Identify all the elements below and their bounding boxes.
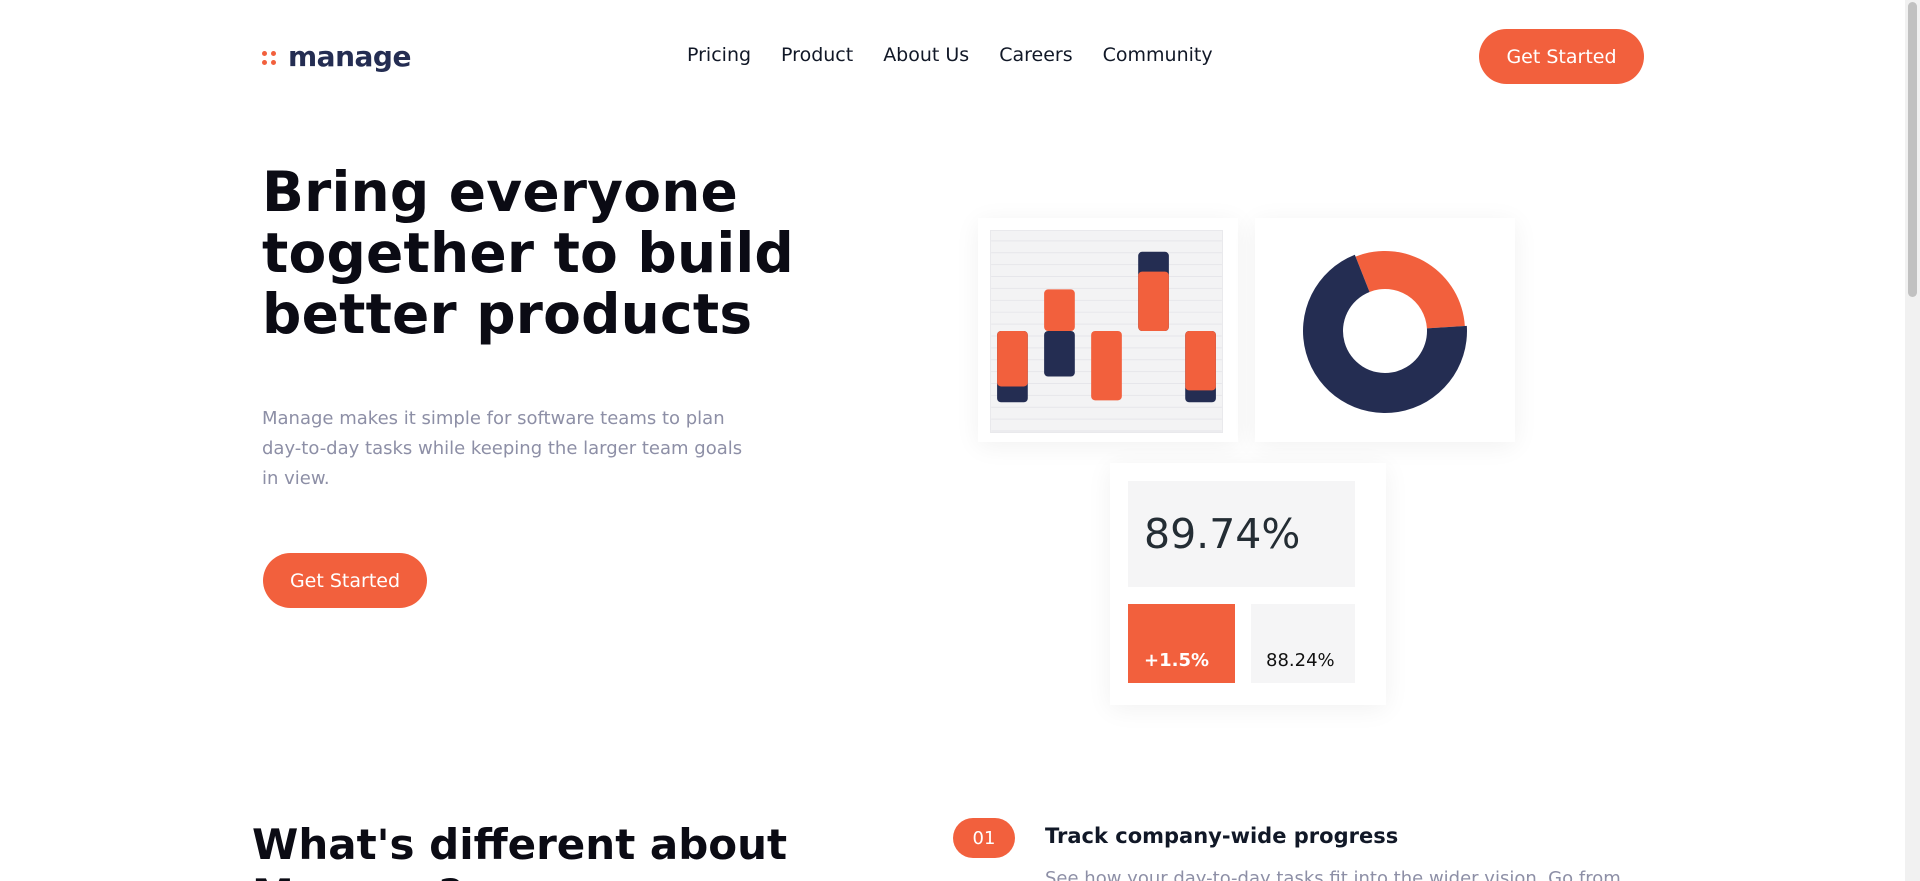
bar-chart-bar bbox=[1185, 331, 1216, 391]
bar-chart-bar bbox=[1138, 271, 1169, 332]
bar-chart-panel bbox=[990, 230, 1223, 433]
stats-card: 89.74% +1.5% 88.24% bbox=[1110, 463, 1386, 705]
donut-slice bbox=[1355, 251, 1465, 329]
bar-chart-bar bbox=[997, 331, 1028, 387]
donut-chart-card bbox=[1255, 218, 1515, 442]
stat-main-value: 89.74% bbox=[1128, 481, 1355, 587]
logo[interactable]: manage bbox=[262, 40, 411, 73]
feature-description: See how your day-to-day tasks fit into t… bbox=[1045, 868, 1621, 881]
feature-title: Track company-wide progress bbox=[1045, 824, 1399, 848]
nav-item-careers[interactable]: Careers bbox=[999, 44, 1072, 66]
page-scrollbar[interactable] bbox=[1905, 0, 1920, 881]
scrollbar-thumb[interactable] bbox=[1908, 2, 1917, 297]
nav-item-product[interactable]: Product bbox=[781, 44, 853, 66]
manage-dots-icon bbox=[262, 49, 278, 65]
nav-item-community[interactable]: Community bbox=[1103, 44, 1213, 66]
hero-get-started-button[interactable]: Get Started bbox=[263, 553, 427, 608]
nav-item-about-us[interactable]: About Us bbox=[883, 44, 969, 66]
stat-change-value: +1.5% bbox=[1128, 604, 1235, 683]
logo-text: manage bbox=[288, 40, 411, 73]
hero-subtitle: Manage makes it simple for software team… bbox=[262, 408, 743, 489]
header-get-started-button[interactable]: Get Started bbox=[1479, 29, 1644, 84]
bar-chart-bar bbox=[1044, 331, 1075, 377]
main-nav: Pricing Product About Us Careers Communi… bbox=[687, 44, 1213, 66]
bar-chart-bar bbox=[1091, 331, 1122, 401]
feature-number-badge: 01 bbox=[953, 818, 1015, 858]
stat-secondary-value: 88.24% bbox=[1251, 604, 1355, 683]
hero-title: Bring everyone together to build better … bbox=[262, 160, 794, 346]
features-heading: What's different about Manage? bbox=[252, 820, 788, 881]
bar-chart-card bbox=[978, 218, 1238, 442]
bar-chart-bar bbox=[1044, 289, 1075, 332]
donut-chart bbox=[1303, 251, 1467, 413]
nav-item-pricing[interactable]: Pricing bbox=[687, 44, 751, 66]
bar-chart bbox=[991, 240, 1222, 432]
